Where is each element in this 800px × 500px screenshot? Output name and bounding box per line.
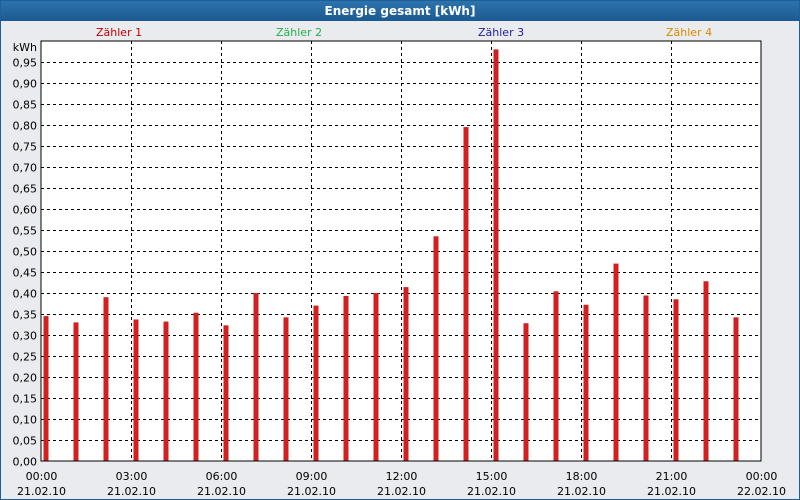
bar [253, 293, 259, 461]
y-tick-label: 0,10 [13, 414, 38, 427]
bar [673, 299, 679, 461]
y-tick-label: 0,55 [13, 225, 38, 238]
x-tick-time: 15:00 [476, 470, 508, 483]
y-tick-label: 0,40 [13, 288, 38, 301]
bar [433, 236, 439, 461]
y-tick-label: 0,90 [13, 78, 38, 91]
x-tick-date: 21.02.10 [197, 485, 246, 498]
y-tick-label: 0,80 [13, 120, 38, 133]
bar [163, 321, 169, 461]
bar [43, 316, 49, 461]
bar [193, 312, 199, 461]
x-tick-date: 21.02.10 [17, 485, 66, 498]
bar [583, 304, 589, 461]
y-tick-label: 0,50 [13, 246, 38, 259]
bar-chart: 0,00 0,05 0,10 0,15 0,20 0,25 0,30 0,35 0,40 0,45… [13, 40, 786, 498]
x-tick-time: 03:00 [116, 470, 148, 483]
x-tick-time: 21:00 [656, 470, 688, 483]
y-tick-label: 0,60 [13, 204, 38, 217]
y-tick-label: 0,20 [13, 372, 38, 385]
x-tick-time: 00:00 [26, 470, 58, 483]
x-tick-date: 21.02.10 [377, 485, 426, 498]
x-axis: 00:00 21.02.10 03:00 21.02.10 06:00 21.02.10 0… [17, 470, 786, 498]
x-tick-date: 21.02.10 [467, 485, 516, 498]
bar [733, 317, 739, 461]
y-tick-label: 0,00 [13, 456, 38, 469]
grid-lines [41, 41, 761, 461]
bar [223, 325, 229, 461]
x-tick-date: 21.02.10 [107, 485, 156, 498]
y-tick-label: 0,15 [13, 393, 38, 406]
bar [373, 293, 379, 461]
bar [523, 323, 529, 461]
bar [133, 319, 139, 461]
y-axis-label: kWh [13, 41, 37, 54]
y-tick-label: 0,05 [13, 435, 38, 448]
y-tick-label: 0,95 [13, 57, 38, 70]
chart-window: Energie gesamt [kWh] Zähler 1 Zähler 2 Z… [0, 0, 800, 500]
x-tick-time: 06:00 [206, 470, 238, 483]
bar [613, 263, 619, 461]
x-tick-date: 22.02.10 [737, 485, 786, 498]
bar [103, 297, 109, 461]
bar [493, 49, 499, 462]
bar [73, 322, 79, 461]
bar [643, 295, 649, 461]
y-tick-label: 0,65 [13, 183, 38, 196]
y-tick-label: 0,25 [13, 351, 38, 364]
bar [703, 281, 709, 461]
y-tick-label: 0,70 [13, 162, 38, 175]
bar [313, 305, 319, 461]
x-tick-time: 18:00 [566, 470, 598, 483]
x-tick-time: 12:00 [386, 470, 418, 483]
x-tick-date: 21.02.10 [557, 485, 606, 498]
bar [343, 295, 349, 461]
y-tick-label: 0,85 [13, 99, 38, 112]
x-tick-date: 21.02.10 [287, 485, 336, 498]
y-tick-label: 0,35 [13, 309, 38, 322]
x-tick-time: 00:00 [746, 470, 778, 483]
y-axis: 0,00 0,05 0,10 0,15 0,20 0,25 0,30 0,35 0,40 0,45… [13, 41, 38, 469]
x-tick-date: 21.02.10 [647, 485, 696, 498]
bar [403, 287, 409, 461]
y-tick-label: 0,45 [13, 267, 38, 280]
y-tick-label: 0,30 [13, 330, 38, 343]
x-tick-time: 09:00 [296, 470, 328, 483]
bar [283, 317, 289, 461]
bar [463, 127, 469, 461]
bar [553, 291, 559, 461]
y-tick-label: 0,75 [13, 141, 38, 154]
